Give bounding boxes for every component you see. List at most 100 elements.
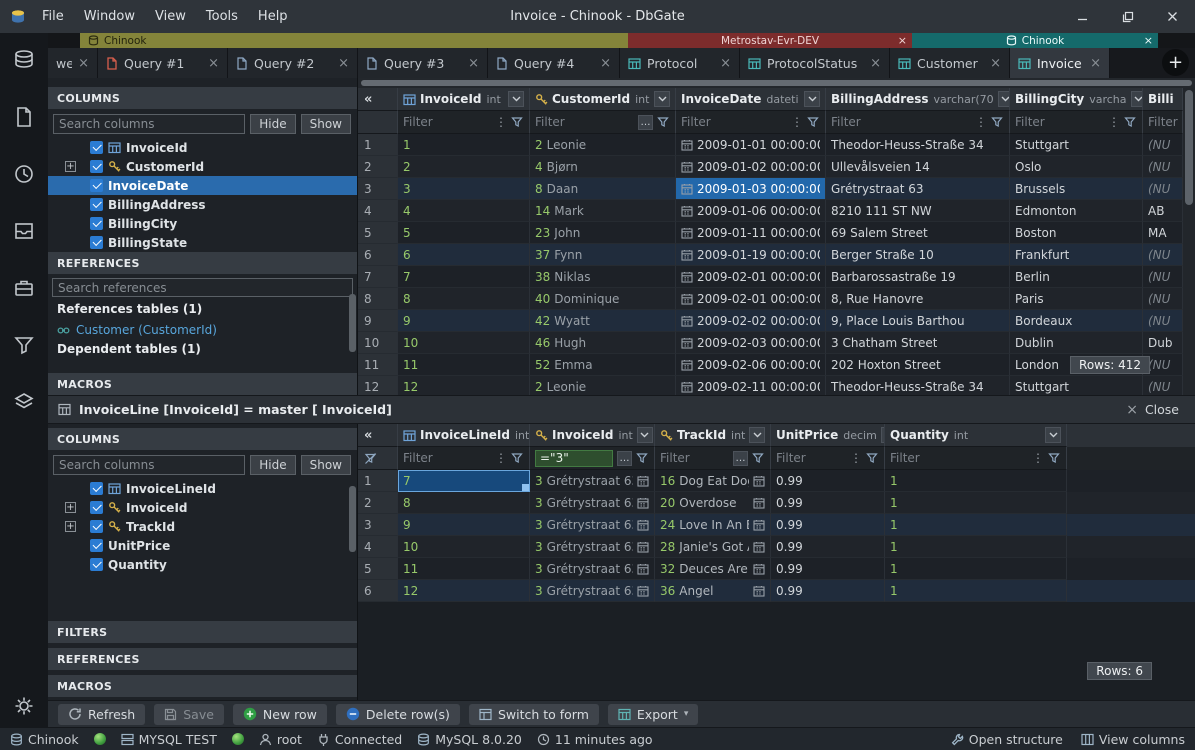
cell[interactable]: 3Grétrystraat 63 bbox=[530, 558, 655, 580]
table-row[interactable]: 173Grétrystraat 6316Dog Eat Dog0.991 bbox=[358, 470, 1195, 492]
tab-query-1[interactable]: Query #1× bbox=[98, 48, 228, 78]
cell[interactable]: 1 bbox=[398, 134, 530, 156]
cell[interactable]: 7 bbox=[398, 470, 530, 492]
filter-input-invoicedate[interactable]: Filter⋮ bbox=[676, 111, 826, 134]
close-group-icon[interactable]: × bbox=[1144, 34, 1153, 47]
filter-picker-button[interactable]: … bbox=[638, 115, 653, 130]
filter-funnel-icon[interactable] bbox=[991, 116, 1004, 128]
tab-query-2[interactable]: Query #2× bbox=[228, 48, 358, 78]
cell[interactable]: 10 bbox=[398, 332, 530, 354]
table-row[interactable]: 6123Grétrystraat 6336Angel0.991 bbox=[358, 580, 1195, 602]
cell[interactable]: 42Wyatt bbox=[530, 310, 676, 332]
filter-menu-icon[interactable]: ⋮ bbox=[1032, 451, 1044, 465]
cell[interactable]: 0.99 bbox=[771, 558, 885, 580]
column-item-invoiceid[interactable]: +InvoiceId bbox=[48, 498, 357, 517]
cell[interactable]: Edmonton bbox=[1010, 200, 1143, 222]
cell[interactable]: 1 bbox=[885, 492, 1067, 514]
table-row[interactable]: 5523John2009-01-11 00:00:0069 Salem Stre… bbox=[358, 222, 1195, 244]
cell[interactable]: Theodor-Heuss-Straße 34 bbox=[826, 376, 1010, 395]
tab-protocol[interactable]: Protocol× bbox=[620, 48, 740, 78]
cell[interactable]: Berlin bbox=[1010, 266, 1143, 288]
filter-funnel-icon[interactable] bbox=[511, 116, 524, 128]
cell[interactable]: 11 bbox=[398, 354, 530, 376]
columns-section-header[interactable]: COLUMNS bbox=[48, 428, 357, 450]
filter-input-billi[interactable]: Filter bbox=[1143, 111, 1183, 134]
cell[interactable]: Dub bbox=[1143, 332, 1183, 354]
menu-window[interactable]: Window bbox=[74, 0, 145, 33]
tab-close-icon[interactable]: × bbox=[78, 56, 89, 71]
cell[interactable]: 2009-01-01 00:00:00 bbox=[676, 134, 826, 156]
checkbox[interactable] bbox=[90, 217, 103, 230]
status-view-columns[interactable]: View columns bbox=[1081, 732, 1185, 747]
column-item-invoicedate[interactable]: InvoiceDate bbox=[48, 176, 357, 195]
cell[interactable]: Grétrystraat 63 bbox=[826, 178, 1010, 200]
refresh-button[interactable]: Refresh bbox=[58, 704, 145, 725]
table-row[interactable]: 283Grétrystraat 6320Overdose0.991 bbox=[358, 492, 1195, 514]
column-header-trackid[interactable]: TrackIdint bbox=[655, 424, 771, 447]
macros-section-header[interactable]: MACROS bbox=[48, 675, 357, 697]
show-button[interactable]: Show bbox=[301, 455, 351, 475]
column-header-invoicedate[interactable]: InvoiceDatedateti bbox=[676, 88, 826, 111]
column-item-unitprice[interactable]: UnitPrice bbox=[48, 536, 357, 555]
cell[interactable]: 0.99 bbox=[771, 536, 885, 558]
cell[interactable]: 3Grétrystraat 63 bbox=[530, 492, 655, 514]
cell[interactable]: 9 bbox=[398, 310, 530, 332]
cell[interactable]: Barbarossastraße 19 bbox=[826, 266, 1010, 288]
cell[interactable]: 4Bjørn bbox=[530, 156, 676, 178]
hide-button[interactable]: Hide bbox=[250, 114, 295, 134]
checkbox[interactable] bbox=[90, 179, 103, 192]
column-dropdown-button[interactable] bbox=[654, 91, 670, 107]
column-item-trackid[interactable]: +TrackId bbox=[48, 517, 357, 536]
filter-funnel-icon[interactable] bbox=[1048, 452, 1061, 464]
column-item-quantity[interactable]: Quantity bbox=[48, 555, 357, 574]
cell[interactable]: 46Hugh bbox=[530, 332, 676, 354]
columns-section-header[interactable]: COLUMNS bbox=[48, 87, 357, 109]
cell[interactable]: 1 bbox=[885, 470, 1067, 492]
layers-icon[interactable] bbox=[13, 391, 35, 413]
briefcase-icon[interactable] bbox=[13, 277, 35, 299]
filter-menu-icon[interactable]: ⋮ bbox=[791, 115, 803, 129]
cell[interactable]: 12 bbox=[398, 580, 530, 602]
references-section-header[interactable]: REFERENCES bbox=[48, 252, 357, 274]
cell[interactable]: 32Deuces Are bbox=[655, 558, 771, 580]
cell[interactable]: (NU bbox=[1143, 244, 1183, 266]
cell[interactable]: AB bbox=[1143, 200, 1183, 222]
filter-input-billingcity[interactable]: Filter⋮ bbox=[1010, 111, 1143, 134]
cell[interactable]: (NU bbox=[1143, 288, 1183, 310]
cell[interactable]: 0.99 bbox=[771, 580, 885, 602]
cell[interactable]: 24Love In An E bbox=[655, 514, 771, 536]
cell[interactable]: 2009-02-02 00:00:00 bbox=[676, 310, 826, 332]
column-header-invoiceid[interactable]: InvoiceIdint bbox=[398, 88, 530, 111]
cell[interactable]: 10 bbox=[398, 536, 530, 558]
filter-menu-icon[interactable]: ⋮ bbox=[975, 115, 987, 129]
tab-close-icon[interactable]: × bbox=[1090, 56, 1101, 71]
panel-scrollbar[interactable] bbox=[349, 294, 356, 352]
table-row[interactable]: 12122Leonie2009-02-11 00:00:00Theodor-He… bbox=[358, 376, 1195, 395]
reference-link-customer[interactable]: Customer (CustomerId) bbox=[48, 320, 357, 340]
filter-funnel-icon[interactable] bbox=[511, 452, 524, 464]
cell[interactable]: Paris bbox=[1010, 288, 1143, 310]
filter-input-customerid[interactable]: Filter… bbox=[530, 111, 676, 134]
files-icon[interactable] bbox=[14, 106, 34, 128]
column-item-billingstate[interactable]: BillingState bbox=[48, 233, 357, 252]
tab-close-icon[interactable]: × bbox=[720, 56, 731, 71]
table-row[interactable]: 8840Dominique2009-02-01 00:00:008, Rue H… bbox=[358, 288, 1195, 310]
filter-input-unitprice[interactable]: Filter⋮ bbox=[771, 447, 885, 470]
cell[interactable]: 1 bbox=[885, 580, 1067, 602]
filter-menu-icon[interactable]: ⋮ bbox=[1108, 115, 1120, 129]
column-dropdown-button[interactable] bbox=[508, 91, 524, 107]
database-icon[interactable] bbox=[13, 49, 35, 71]
filter-menu-icon[interactable]: ⋮ bbox=[495, 451, 507, 465]
history-icon[interactable] bbox=[13, 163, 35, 185]
tab-group-chinook[interactable]: Chinook× bbox=[912, 33, 1158, 48]
cell[interactable]: 2Leonie bbox=[530, 376, 676, 395]
cell[interactable]: 37Fynn bbox=[530, 244, 676, 266]
cell[interactable]: Oslo bbox=[1010, 156, 1143, 178]
column-header-invoicelineid[interactable]: InvoiceLineIdint bbox=[398, 424, 530, 447]
cell[interactable]: (NU bbox=[1143, 134, 1183, 156]
cell[interactable]: 2009-02-11 00:00:00 bbox=[676, 376, 826, 395]
filter-input-billingaddress[interactable]: Filter⋮ bbox=[826, 111, 1010, 134]
filter-input-invoiceid[interactable]: Filter⋮ bbox=[398, 111, 530, 134]
delete-row-s--button[interactable]: Delete row(s) bbox=[336, 704, 460, 725]
cell[interactable]: 0.99 bbox=[771, 470, 885, 492]
